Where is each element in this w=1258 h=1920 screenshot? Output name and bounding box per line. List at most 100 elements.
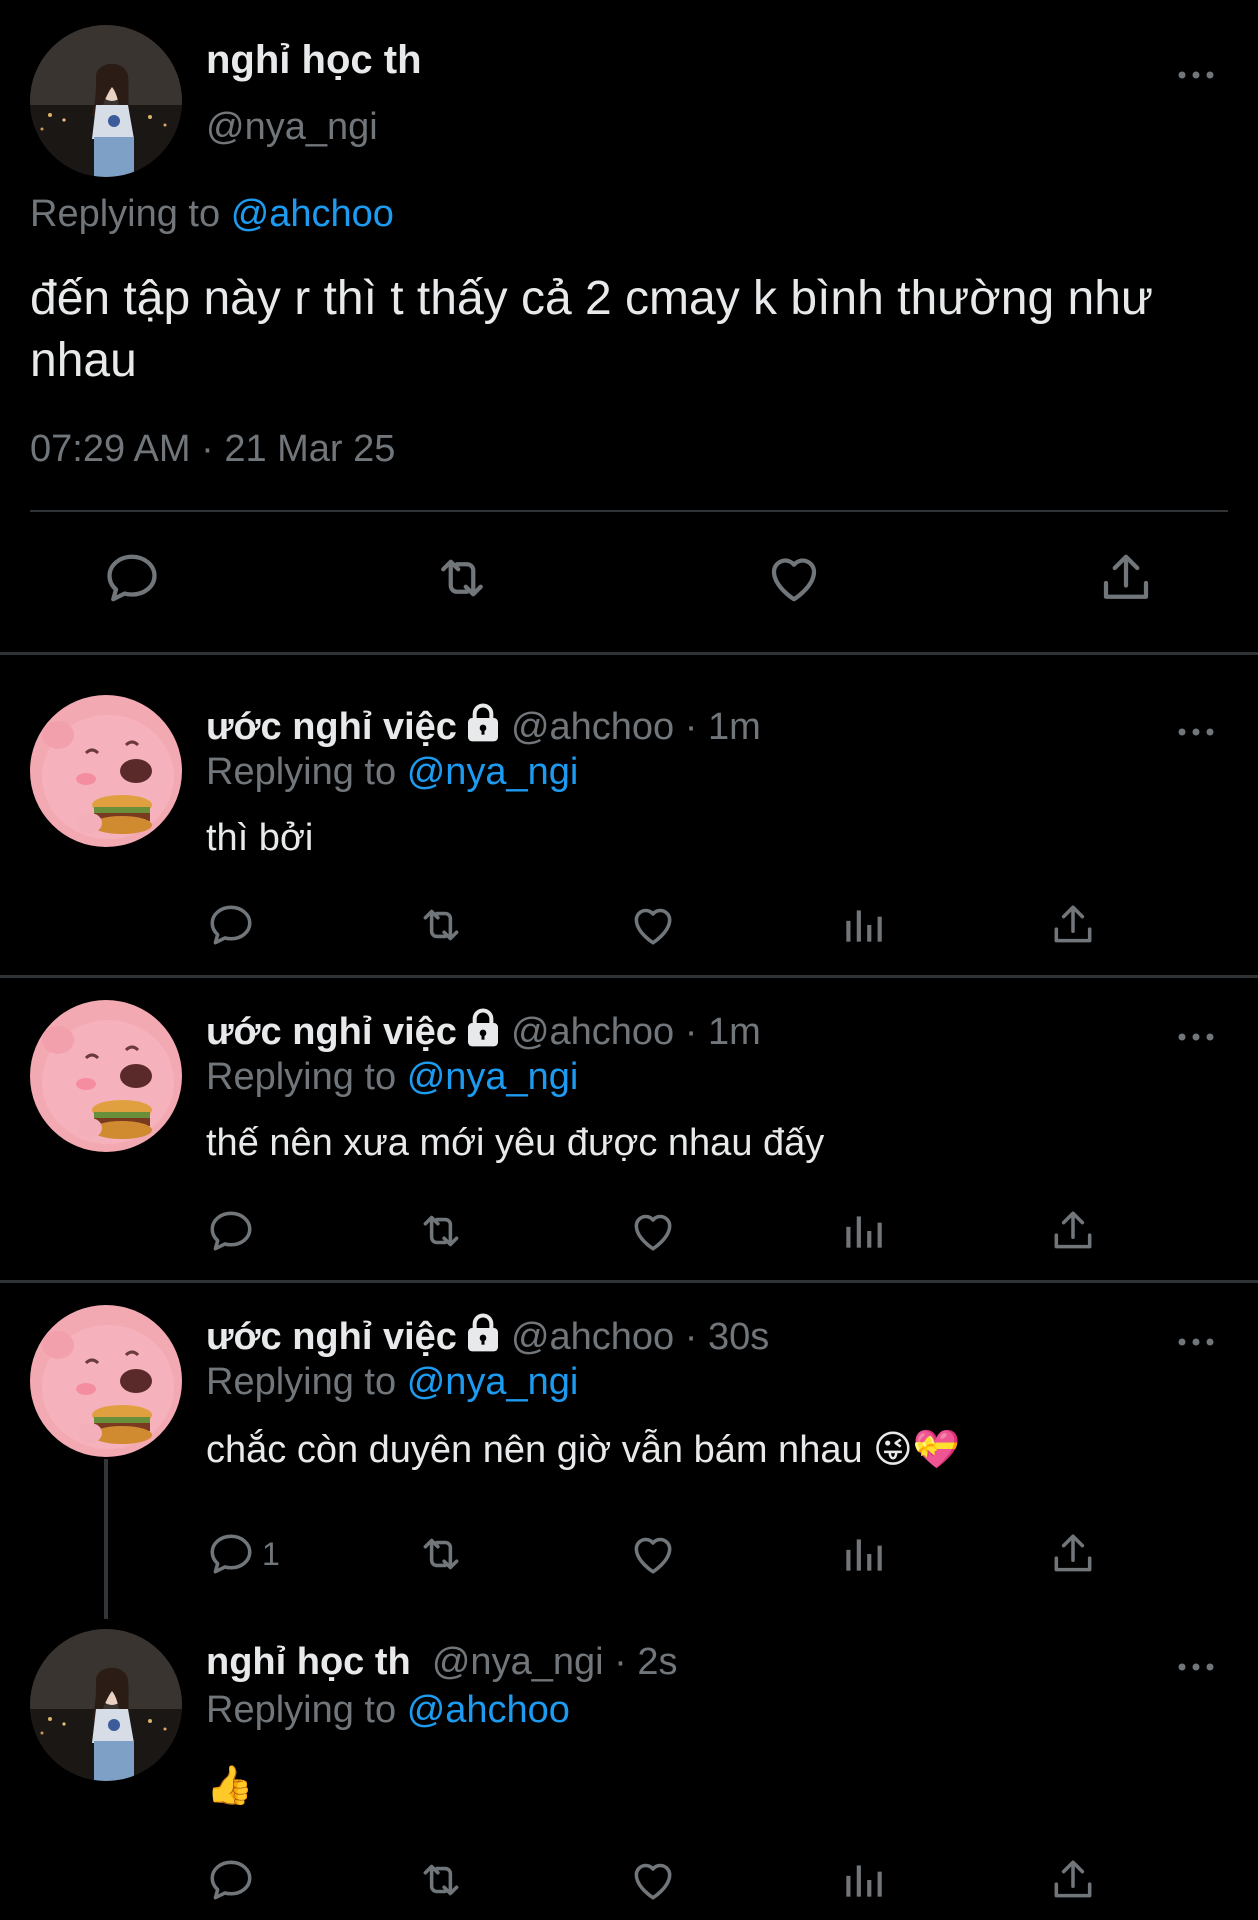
- like-icon[interactable]: [764, 548, 824, 608]
- avatar[interactable]: [30, 1000, 182, 1152]
- retweet-button[interactable]: [416, 1529, 466, 1579]
- share-button[interactable]: [1048, 1855, 1098, 1905]
- reply-button[interactable]: [206, 1206, 262, 1256]
- share-icon: [1048, 900, 1098, 950]
- retweet-button[interactable]: [416, 1855, 466, 1905]
- divider: [30, 510, 1228, 512]
- views-icon: [838, 1206, 888, 1256]
- retweet-icon: [416, 1206, 466, 1256]
- reply-tweet[interactable]: nghỉ học th @nya_ngi · 2s Replying to @a…: [0, 1623, 1258, 1920]
- more-icon[interactable]: [1176, 722, 1216, 742]
- author-meta[interactable]: @ahchoo · 1m: [511, 706, 761, 748]
- replying-handle-link[interactable]: @ahchoo: [231, 193, 394, 235]
- reply-text: chắc còn duyên nên giờ vẫn bám nhau 😜💝: [206, 1427, 960, 1472]
- emoji: 😜💝: [873, 1427, 961, 1471]
- replying-to: Replying to @nya_ngi: [206, 1361, 578, 1404]
- avatar[interactable]: [30, 1305, 182, 1457]
- reply-actions: [0, 1206, 1258, 1262]
- replying-to: Replying to @nya_ngi: [206, 751, 578, 794]
- replying-to: Replying to @ahchoo: [206, 1689, 570, 1732]
- retweet-button[interactable]: [416, 900, 466, 950]
- retweet-button[interactable]: [416, 1206, 466, 1256]
- replying-handle-link[interactable]: @nya_ngi: [407, 751, 579, 793]
- author-meta[interactable]: @ahchoo · 30s: [511, 1316, 769, 1358]
- reply-button[interactable]: [206, 1855, 262, 1905]
- reply-tweet[interactable]: ước nghỉ việc @ahchoo · 30s Replying to @…: [0, 1283, 1258, 1623]
- replying-handle-link[interactable]: @ahchoo: [407, 1689, 570, 1731]
- replying-handle-link[interactable]: @nya_ngi: [407, 1056, 579, 1098]
- share-button[interactable]: [1048, 1206, 1098, 1256]
- avatar[interactable]: [30, 695, 182, 847]
- like-icon: [628, 1206, 678, 1256]
- replying-label: Replying to: [206, 1056, 397, 1098]
- views-icon: [838, 1529, 888, 1579]
- replying-handle-link[interactable]: @nya_ngi: [407, 1361, 579, 1403]
- tweet-actions: [0, 548, 1258, 618]
- reply-button[interactable]: [206, 900, 262, 950]
- like-icon: [628, 1855, 678, 1905]
- more-icon[interactable]: [1176, 65, 1216, 85]
- share-button[interactable]: [1048, 1529, 1098, 1579]
- replying-label: Replying to: [206, 1361, 397, 1403]
- author-name[interactable]: nghỉ học th: [206, 1641, 411, 1683]
- more-icon[interactable]: [1176, 1027, 1216, 1047]
- author-meta[interactable]: @ahchoo · 1m: [511, 1011, 761, 1053]
- views-button[interactable]: [838, 1529, 888, 1579]
- author-handle[interactable]: @nya_ngi: [206, 106, 378, 149]
- like-button[interactable]: [628, 900, 678, 950]
- reply-icon[interactable]: [102, 548, 162, 608]
- share-icon: [1048, 1855, 1098, 1905]
- reply-actions: [0, 1855, 1258, 1911]
- author-meta[interactable]: @nya_ngi · 2s: [432, 1641, 678, 1683]
- reply-icon: [206, 900, 256, 950]
- replying-label: Replying to: [30, 193, 221, 235]
- reply-text: 👍: [206, 1763, 254, 1807]
- lock-icon: [463, 703, 503, 743]
- replying-label: Replying to: [206, 1689, 397, 1731]
- views-button[interactable]: [838, 900, 888, 950]
- replying-to: Replying to @ahchoo: [30, 193, 394, 236]
- reply-tweet[interactable]: ước nghỉ việc @ahchoo · 1m Replying to @n…: [0, 978, 1258, 1280]
- views-icon: [838, 1855, 888, 1905]
- reply-header: ước nghỉ việc @ahchoo · 1m: [206, 1008, 761, 1054]
- views-icon: [838, 900, 888, 950]
- share-icon[interactable]: [1096, 548, 1156, 608]
- replying-to: Replying to @nya_ngi: [206, 1056, 578, 1099]
- reply-icon: [206, 1855, 256, 1905]
- tweet-timestamp[interactable]: 07:29 AM · 21 Mar 25: [30, 428, 395, 471]
- reply-count: 1: [262, 1535, 280, 1572]
- main-tweet: nghỉ học th @nya_ngi Replying to @ahchoo…: [0, 0, 1258, 652]
- avatar[interactable]: [30, 1629, 182, 1781]
- reply-header: ước nghỉ việc @ahchoo · 1m: [206, 703, 761, 749]
- more-icon[interactable]: [1176, 1332, 1216, 1352]
- author-name[interactable]: nghỉ học th: [206, 38, 422, 83]
- like-button[interactable]: [628, 1529, 678, 1579]
- avatar[interactable]: [30, 25, 182, 177]
- reply-tweet[interactable]: ước nghỉ việc @ahchoo · 1m Replying to @n…: [0, 655, 1258, 975]
- replying-label: Replying to: [206, 751, 397, 793]
- views-button[interactable]: [838, 1206, 888, 1256]
- like-button[interactable]: [628, 1855, 678, 1905]
- like-button[interactable]: [628, 1206, 678, 1256]
- reply-button[interactable]: 1: [206, 1529, 280, 1579]
- reply-text-content: chắc còn duyên nên giờ vẫn bám nhau: [206, 1429, 863, 1471]
- like-icon: [628, 1529, 678, 1579]
- lock-icon: [463, 1313, 503, 1353]
- author-name[interactable]: ước nghỉ việc: [206, 1316, 457, 1358]
- reply-header: nghỉ học th @nya_ngi · 2s: [206, 1641, 677, 1684]
- retweet-icon: [416, 900, 466, 950]
- retweet-icon[interactable]: [432, 548, 492, 608]
- reply-actions: [0, 900, 1258, 956]
- author-name[interactable]: ước nghỉ việc: [206, 1011, 457, 1053]
- views-button[interactable]: [838, 1855, 888, 1905]
- author-name[interactable]: ước nghỉ việc: [206, 706, 457, 748]
- tweet-text: đến tập này r thì t thấy cả 2 cmay k bìn…: [30, 272, 1154, 387]
- reply-text: thế nên xưa mới yêu được nhau đấy: [206, 1122, 825, 1164]
- more-icon[interactable]: [1176, 1657, 1216, 1677]
- reply-icon: [206, 1529, 256, 1579]
- share-icon: [1048, 1206, 1098, 1256]
- share-button[interactable]: [1048, 900, 1098, 950]
- reply-text: thì bởi: [206, 817, 314, 859]
- retweet-icon: [416, 1855, 466, 1905]
- share-icon: [1048, 1529, 1098, 1579]
